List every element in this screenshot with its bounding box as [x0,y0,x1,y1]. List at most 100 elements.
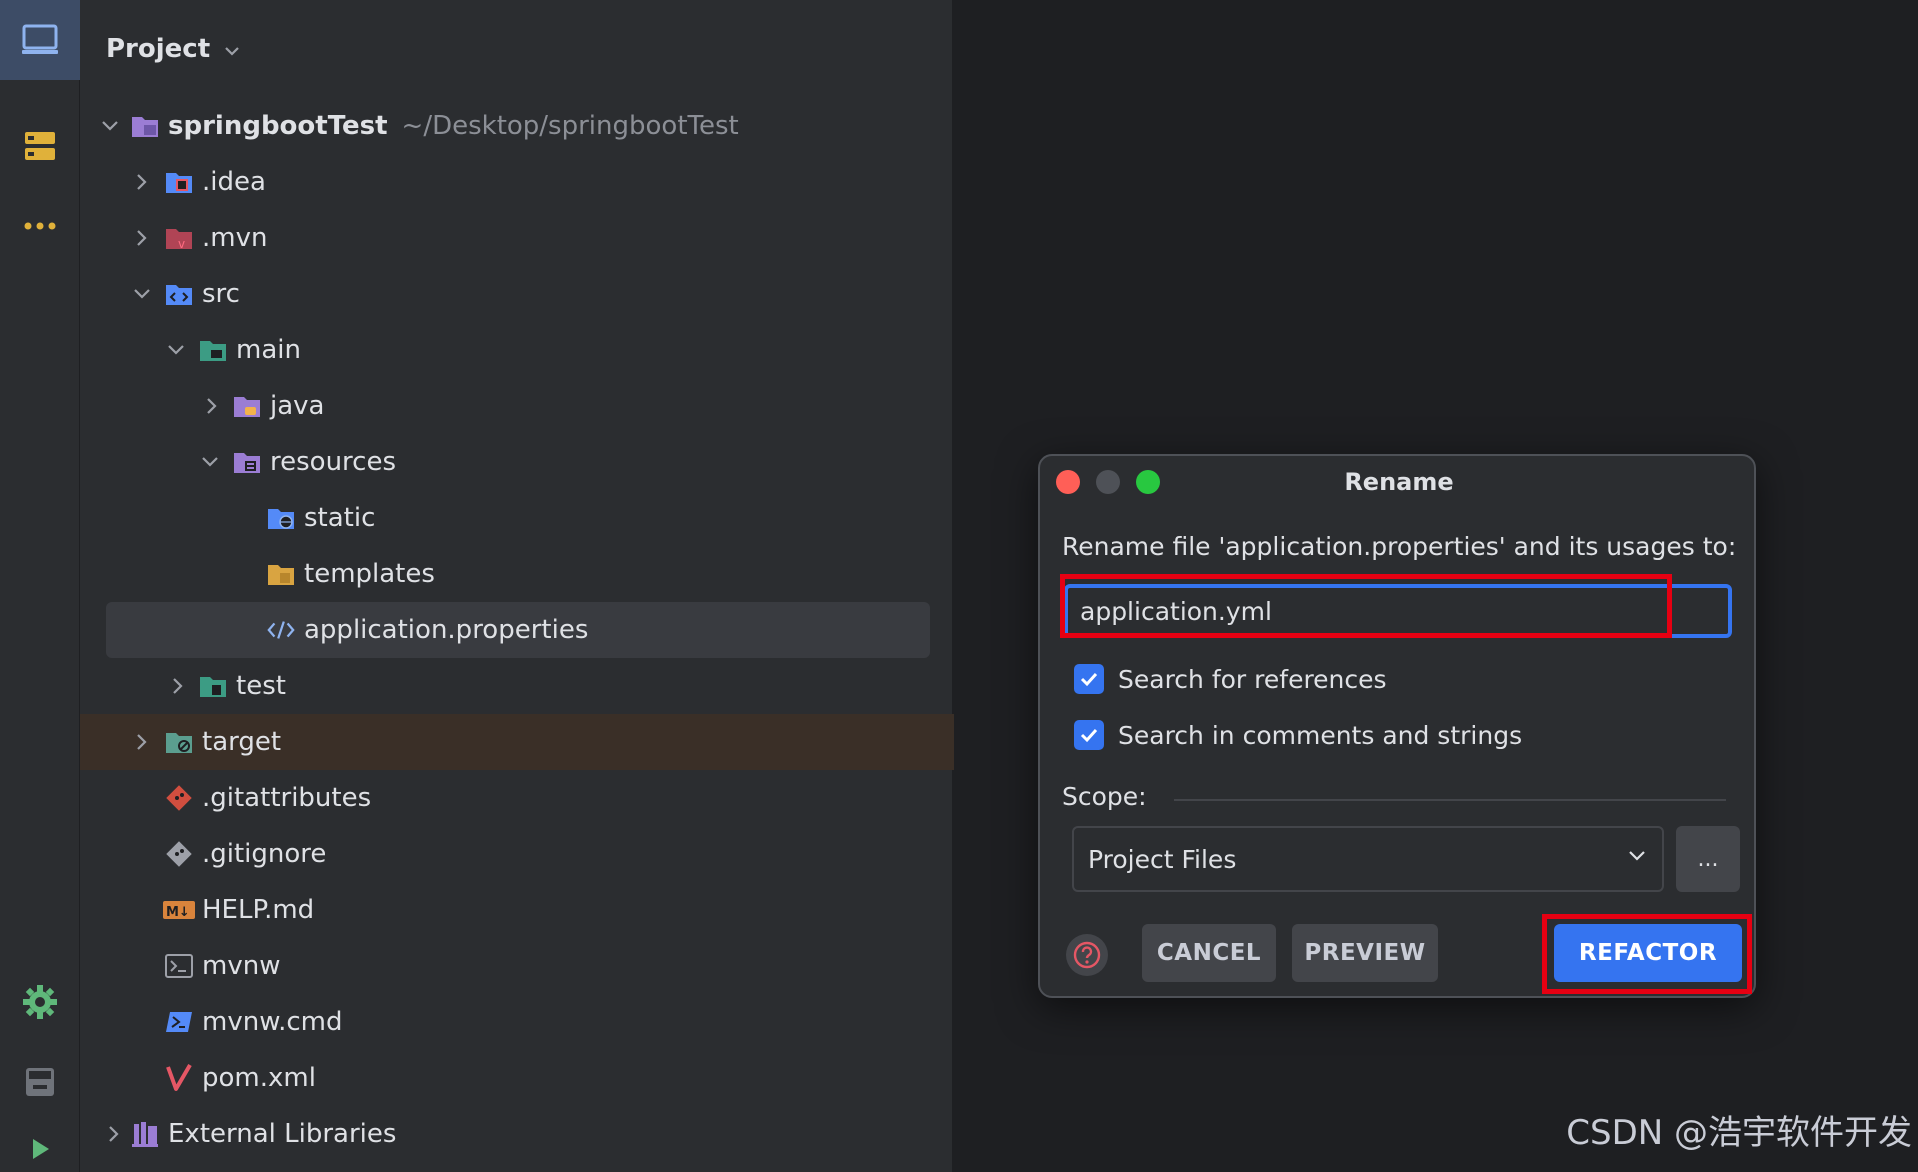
powershell-icon [164,1007,194,1037]
more-icon [24,222,56,230]
properties-file-icon [266,615,296,645]
cancel-button[interactable]: CANCEL [1142,924,1276,982]
tree-item-target[interactable]: target [80,714,954,770]
project-tool-button[interactable] [0,0,80,80]
preview-button[interactable]: PREVIEW [1292,924,1438,982]
svg-text:M↓: M↓ [166,905,190,920]
help-icon [1073,941,1101,969]
module-folder-icon [198,335,228,365]
java-folder-icon [232,391,262,421]
tree-item-label: .gitattributes [202,783,372,813]
tree-item-mvnw[interactable]: mvnw [80,938,954,994]
project-panel-title: Project [106,34,211,64]
idea-folder-icon [164,167,194,197]
tree-item-mvn[interactable]: v .mvn [80,210,954,266]
chevron-down-icon[interactable] [200,452,220,472]
tree-item-main[interactable]: main [80,322,954,378]
tree-item-label: mvnw [202,951,281,981]
help-button[interactable] [1066,934,1108,976]
project-panel-header[interactable]: Project [80,0,952,98]
tool-window-strip [0,0,80,1172]
refactor-button[interactable]: REFACTOR [1554,924,1742,982]
library-icon [130,1119,160,1149]
tree-item-src[interactable]: src [80,266,954,322]
new-name-input[interactable] [1064,584,1732,638]
project-panel: Project springbootTest ~/Desktop/springbo… [80,0,954,1172]
chevron-right-icon[interactable] [104,1124,124,1144]
tree-item-external-libraries[interactable]: External Libraries [80,1106,954,1162]
chevron-down-icon [225,47,239,56]
checkbox-checked-icon[interactable] [1074,720,1104,750]
project-icon [22,24,58,54]
tree-item-pom-xml[interactable]: pom.xml [80,1050,954,1106]
search-comments-label: Search in comments and strings [1118,720,1523,750]
tree-item-test[interactable]: test [80,658,954,714]
tree-item-label: main [236,335,301,365]
more-tools-button[interactable] [0,186,80,266]
git-icon [164,783,194,813]
watermark: CSDN @浩宇软件开发 [1566,1113,1912,1153]
tree-item-label: target [202,727,282,757]
tree-item-label: HELP.md [202,895,315,925]
tree-item-label: .gitignore [202,839,327,869]
chevron-right-icon[interactable] [168,676,188,696]
chevron-right-icon[interactable] [132,172,152,192]
scope-more-button[interactable]: ... [1676,826,1740,892]
chevron-right-icon[interactable] [132,228,152,248]
terminal-tool-button[interactable] [0,1042,80,1122]
tree-item-label: java [270,391,325,421]
tree-item-gitattributes[interactable]: .gitattributes [80,770,954,826]
chevron-right-icon[interactable] [202,396,222,416]
tree-item-gitignore[interactable]: .gitignore [80,826,954,882]
scope-value: Project Files [1088,844,1237,874]
structure-icon [25,132,55,160]
settings-icon [23,985,57,1019]
run-tool-button[interactable] [0,1126,80,1172]
tree-item-help-md[interactable]: M↓ HELP.md [80,882,954,938]
tree-item-label: External Libraries [168,1119,397,1149]
structure-tool-button[interactable] [0,106,80,186]
tree-item-label: application.properties [304,615,589,645]
shell-script-icon [164,951,194,981]
test-folder-icon [198,671,228,701]
tree-item-templates[interactable]: templates [80,546,954,602]
scope-label: Scope: [1062,782,1147,811]
tree-item-resources[interactable]: resources [80,434,954,490]
chevron-down-icon[interactable] [166,340,186,360]
search-references-checkbox[interactable]: Search for references [1074,664,1387,694]
tree-item-label: mvnw.cmd [202,1007,343,1037]
web-folder-icon [266,503,296,533]
tree-item-root[interactable]: springbootTest ~/Desktop/springbootTest [80,98,954,154]
tree-item-java[interactable]: java [80,378,954,434]
resources-folder-icon [232,447,262,477]
tree-item-mvnw-cmd[interactable]: mvnw.cmd [80,994,954,1050]
dialog-title: Rename [1344,468,1454,496]
chevron-down-icon[interactable] [100,116,120,136]
search-comments-checkbox[interactable]: Search in comments and strings [1074,720,1522,750]
tree-item-label: .mvn [202,223,268,253]
chevron-down-icon[interactable] [132,284,152,304]
scope-separator [1174,799,1726,801]
tree-item-application-properties[interactable]: application.properties [80,602,954,658]
maven-folder-icon: v [164,223,194,253]
root-path: ~/Desktop/springbootTest [401,111,739,141]
tree-item-label: src [202,279,240,309]
run-icon [33,1139,49,1159]
search-references-label: Search for references [1118,664,1387,694]
tree-item-label: test [236,671,286,701]
tree-item-static[interactable]: static [80,490,954,546]
checkbox-checked-icon[interactable] [1074,664,1104,694]
rename-dialog: Rename Rename file 'application.properti… [1038,454,1756,998]
source-folder-icon [164,279,194,309]
scope-select[interactable]: Project Files [1072,826,1664,892]
tree-item-idea[interactable]: .idea [80,154,954,210]
settings-tool-button[interactable] [0,962,80,1042]
terminal-icon [26,1068,54,1096]
tree-item-label: .idea [202,167,266,197]
git-ignore-icon [164,839,194,869]
tree-item-label: pom.xml [202,1063,316,1093]
tree-item-label: static [304,503,376,533]
tree-item-label: resources [270,447,397,477]
chevron-down-icon [1629,851,1645,861]
chevron-right-icon[interactable] [132,732,152,752]
